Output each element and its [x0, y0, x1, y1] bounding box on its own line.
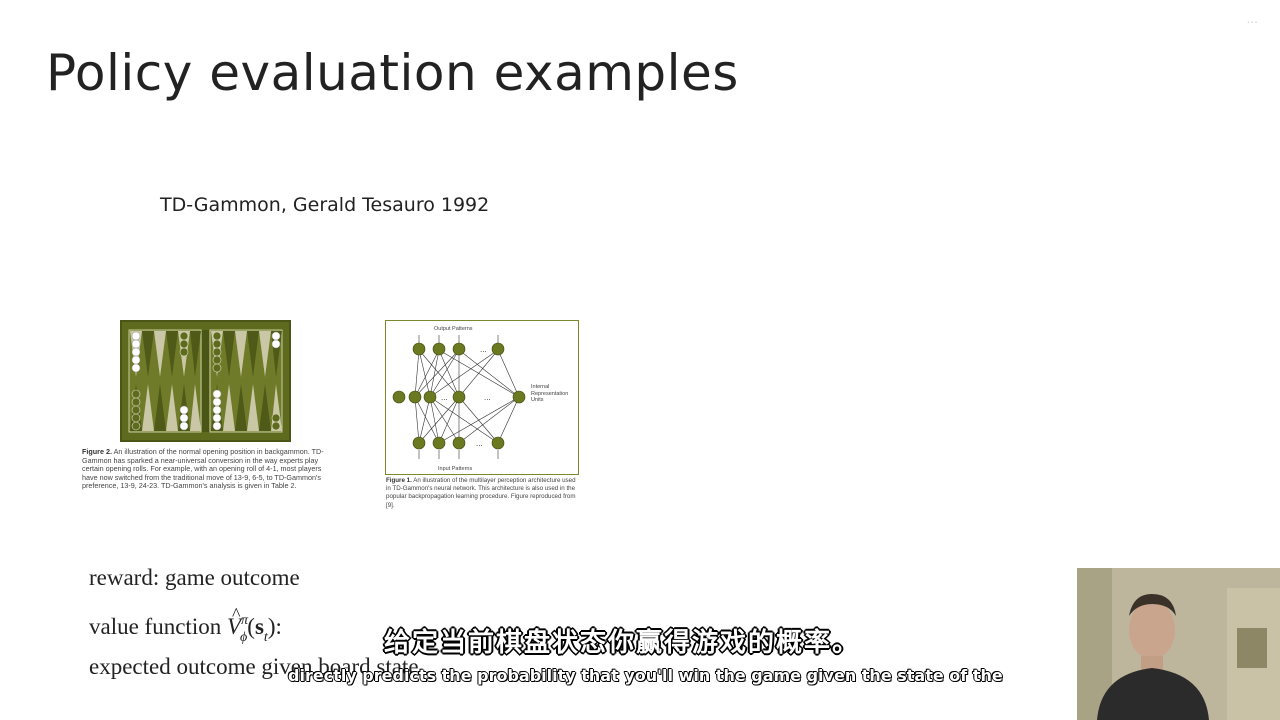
backgammon-board-image: [120, 320, 291, 442]
subtitle-english: directly predicts the probability that y…: [288, 666, 1003, 685]
slide-title: Policy evaluation examples: [46, 44, 739, 102]
webcam-video: [1077, 568, 1280, 720]
value-arg-open: (: [247, 614, 255, 639]
value-arg-s: s: [254, 614, 264, 639]
output-dots: ...: [480, 345, 487, 354]
network-caption-text: An illustration of the multilayer percep…: [386, 477, 576, 509]
internal-representation-label: Internal Representation Units: [531, 384, 569, 403]
value-function-prefix: value function: [89, 614, 227, 639]
hidden-dots-1: ...: [441, 393, 448, 402]
neural-network-svg: ... ... ... ... Output Patterns Input Pa…: [392, 326, 569, 472]
subtitle-chinese: 给定当前棋盘状态你赢得游戏的概率。: [384, 628, 861, 658]
value-symbol: ^ V: [226, 604, 242, 639]
input-patterns-label: Input Patterns: [438, 466, 472, 472]
input-dots: ...: [476, 439, 483, 448]
network-caption-label: Figure 1.: [386, 477, 412, 484]
backgammon-board-svg: [122, 322, 289, 440]
value-arg-close: ):: [267, 614, 282, 639]
watermark: ...: [1246, 12, 1258, 26]
backgammon-caption: Figure 2. An illustration of the normal …: [82, 447, 332, 491]
reward-line: reward: game outcome: [89, 565, 300, 590]
output-patterns-label: Output Patterns: [434, 326, 473, 332]
neural-network-diagram: ... ... ... ... Output Patterns Input Pa…: [385, 320, 579, 475]
value-function-line: value function ^ Vπϕ(st):: [89, 604, 282, 646]
backgammon-caption-text: An illustration of the normal opening po…: [82, 447, 324, 491]
citation: TD-Gammon, Gerald Tesauro 1992: [160, 194, 490, 216]
webcam-svg: [1077, 568, 1280, 720]
network-caption: Figure 1. An illustration of the multila…: [386, 477, 582, 510]
hidden-dots-2: ...: [484, 393, 491, 402]
